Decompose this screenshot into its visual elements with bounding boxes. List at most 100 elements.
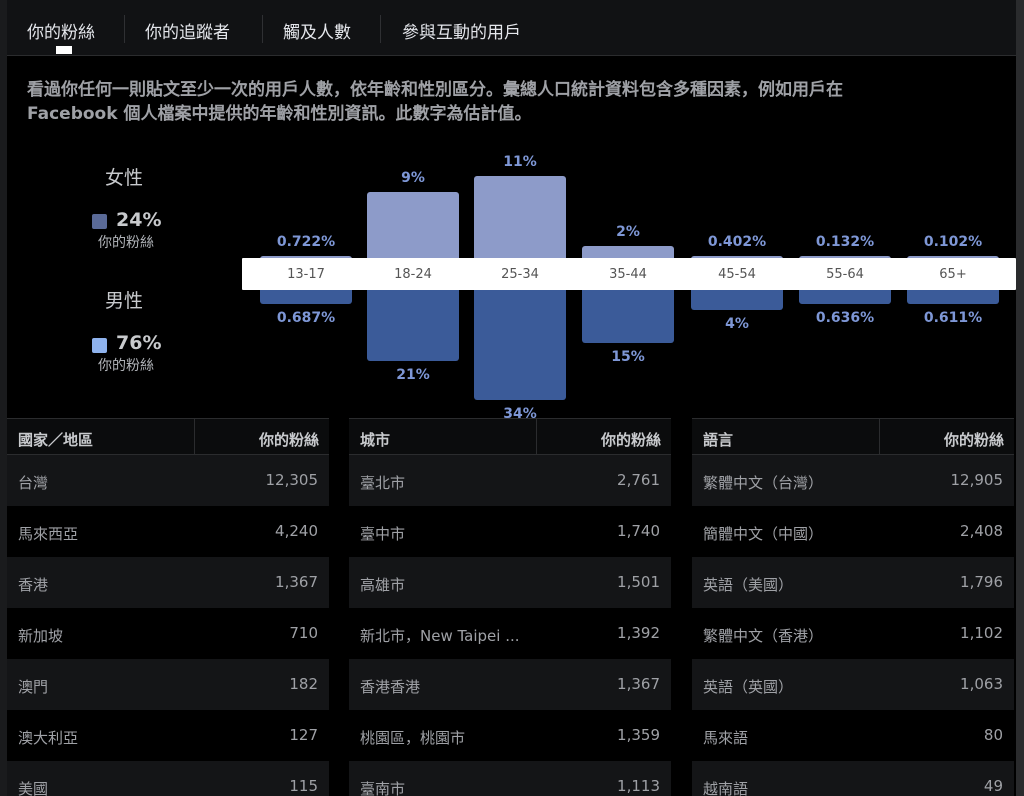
table-row: 新北市，New Taipei ... 1,392	[349, 608, 671, 659]
female-value-label: 0.402%	[707, 234, 767, 250]
table-row: 繁體中文（台灣） 12,905	[692, 455, 1014, 506]
table-row: 越南語 49	[692, 761, 1014, 796]
table-row: 高雄市 1,501	[349, 557, 671, 608]
row-fan-count: 1,367	[617, 675, 660, 693]
row-name: 美國	[18, 780, 49, 796]
table-row: 香港香港 1,367	[349, 659, 671, 710]
row-fan-count: 115	[289, 777, 318, 795]
male-value-label: 21%	[396, 367, 430, 383]
row-fan-count: 1,359	[617, 726, 660, 744]
tab-divider	[124, 15, 125, 43]
male-value-label: 15%	[611, 349, 645, 365]
audience-panel: 你的粉絲 你的追蹤者 觸及人數 參與互動的用戶 看過你任何一則貼文至少一次的用戶…	[0, 0, 1024, 796]
row-fan-count: 1,102	[960, 624, 1003, 642]
tab-engaged-users[interactable]: 參與互動的用戶	[402, 18, 521, 43]
tab-your-followers[interactable]: 你的追蹤者	[145, 18, 230, 43]
row-fan-count: 80	[983, 726, 1003, 744]
row-name: 馬來語	[703, 729, 749, 747]
row-fan-count: 2,761	[617, 471, 660, 489]
row-fan-count: 182	[289, 675, 318, 693]
row-name: 臺北市	[360, 474, 406, 492]
city-table: 城市 你的粉絲 臺北市 2,761 臺中市 1,740 高雄市 1,501 新北市，New …	[349, 418, 671, 796]
row-fan-count: 710	[289, 624, 318, 642]
row-name: 新加坡	[18, 627, 64, 645]
row-name: 臺中市	[360, 525, 406, 543]
row-name: 繁體中文（台灣）	[703, 474, 824, 492]
row-fan-count: 1,501	[617, 573, 660, 591]
column-gap	[329, 418, 349, 796]
row-name: 香港	[18, 576, 49, 594]
row-name: 馬來西亞	[18, 525, 79, 543]
table-row: 澳門 182	[7, 659, 329, 710]
table-row: 台灣 12,305	[7, 455, 329, 506]
fans-column-header: 你的粉絲	[943, 431, 1004, 449]
table-row: 英語（美國） 1,796	[692, 557, 1014, 608]
row-name: 新北市，New Taipei ...	[360, 627, 520, 645]
tab-divider	[380, 15, 381, 43]
fans-column-header: 你的粉絲	[600, 431, 661, 449]
table-row: 馬來語 80	[692, 710, 1014, 761]
header-divider	[536, 419, 537, 456]
country-table: 國家／地區 你的粉絲 台灣 12,305 馬來西亞 4,240 香港 1,367 新加坡 71…	[7, 418, 329, 796]
female-value-label: 0.102%	[923, 234, 983, 250]
female-value-label: 0.132%	[815, 234, 875, 250]
age-tick-label: 35-44	[609, 267, 647, 282]
row-name: 越南語	[703, 780, 749, 796]
row-name: 英語（美國）	[703, 576, 794, 594]
female-value-label: 0.722%	[276, 234, 336, 250]
row-name: 繁體中文（香港）	[703, 627, 824, 645]
city-column-header: 城市	[360, 431, 391, 449]
age-tick-label: 18-24	[394, 267, 432, 282]
table-row: 繁體中文（香港） 1,102	[692, 608, 1014, 659]
row-fan-count: 12,305	[265, 471, 319, 489]
age-tick-label: 13-17	[287, 267, 325, 282]
audience-description: 看過你任何一則貼文至少一次的用戶人數，依年齡和性別區分。彙總人口統計資料包含多種…	[27, 78, 987, 126]
audience-tables: 國家／地區 你的粉絲 台灣 12,305 馬來西亞 4,240 香港 1,367 新加坡 71…	[7, 418, 1016, 796]
table-row: 桃園區，桃園市 1,359	[349, 710, 671, 761]
row-fan-count: 2,408	[960, 522, 1003, 540]
row-fan-count: 1,796	[960, 573, 1003, 591]
age-tick-label: 25-34	[501, 267, 539, 282]
table-header: 城市 你的粉絲	[349, 418, 671, 456]
column-gap	[671, 418, 691, 796]
row-fan-count: 49	[983, 777, 1003, 795]
country-column-header: 國家／地區	[18, 431, 94, 449]
table-row: 臺北市 2,761	[349, 455, 671, 506]
age-tick-label: 65+	[939, 267, 967, 282]
row-fan-count: 1,063	[960, 675, 1003, 693]
row-name: 臺南市	[360, 780, 406, 796]
female-value-label: 2%	[616, 224, 640, 241]
panel-left-border	[0, 0, 7, 796]
description-line-2: Facebook 個人檔案中提供的年齡和性別資訊。此數字為估計值。	[27, 104, 532, 124]
panel-right-border	[1016, 0, 1024, 796]
table-header: 語言 你的粉絲	[692, 418, 1014, 456]
male-value-label: 0.611%	[923, 310, 983, 326]
row-fan-count: 1,113	[617, 777, 660, 795]
table-row: 美國 115	[7, 761, 329, 796]
age-tick-label: 55-64	[826, 267, 864, 282]
row-name: 桃園區，桃園市	[360, 729, 466, 747]
table-row: 英語（英國） 1,063	[692, 659, 1014, 710]
row-fan-count: 1,367	[275, 573, 318, 591]
female-value-label: 9%	[401, 169, 425, 186]
language-table: 語言 你的粉絲 繁體中文（台灣） 12,905 簡體中文（中國） 2,408 英語（美國…	[692, 418, 1014, 796]
table-row: 澳大利亞 127	[7, 710, 329, 761]
female-value-label: 11%	[503, 154, 537, 170]
fans-column-header: 你的粉絲	[258, 431, 319, 449]
row-name: 澳門	[18, 678, 49, 696]
active-tab-indicator	[56, 46, 72, 54]
male-value-label: 0.636%	[815, 310, 875, 326]
table-row: 臺中市 1,740	[349, 506, 671, 557]
row-name: 高雄市	[360, 576, 406, 594]
tab-your-fans[interactable]: 你的粉絲	[27, 18, 95, 43]
table-row: 馬來西亞 4,240	[7, 506, 329, 557]
table-row: 臺南市 1,113	[349, 761, 671, 796]
tab-reach[interactable]: 觸及人數	[283, 18, 351, 43]
row-fan-count: 12,905	[950, 471, 1004, 489]
table-row: 新加坡 710	[7, 608, 329, 659]
table-header: 國家／地區 你的粉絲	[7, 418, 329, 456]
table-row: 香港 1,367	[7, 557, 329, 608]
row-name: 香港香港	[360, 678, 421, 696]
description-line-1: 看過你任何一則貼文至少一次的用戶人數，依年齡和性別區分。彙總人口統計資料包含多種…	[27, 80, 843, 100]
table-row: 簡體中文（中國） 2,408	[692, 506, 1014, 557]
